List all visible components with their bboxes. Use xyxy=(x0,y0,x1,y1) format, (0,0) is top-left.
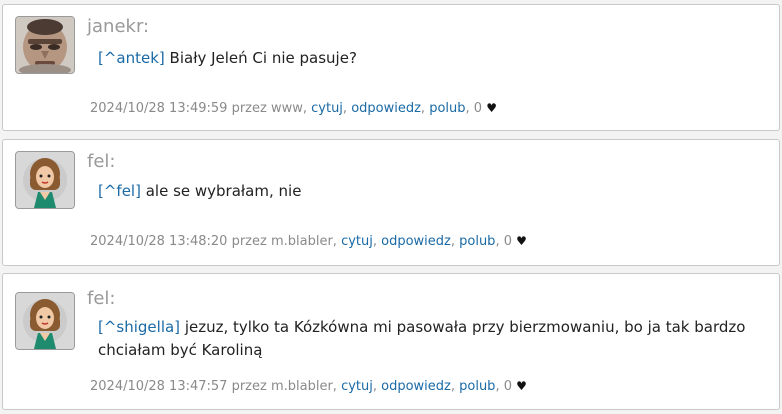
separator: , xyxy=(372,234,382,249)
like-count: 0 xyxy=(503,379,512,394)
separator: , xyxy=(450,234,460,249)
heart-icon: ♥ xyxy=(516,379,527,393)
post-text: Biały Jeleń Ci nie pasuje? xyxy=(164,49,357,67)
reply-link[interactable]: odpowiedz xyxy=(351,101,421,116)
heart-icon: ♥ xyxy=(486,101,497,115)
cartoon-woman-avatar-icon xyxy=(16,152,74,208)
avatar[interactable] xyxy=(15,16,75,74)
separator: , xyxy=(465,101,474,116)
quote-link[interactable]: cytuj xyxy=(341,234,373,249)
like-count: 0 xyxy=(473,101,483,116)
separator: , xyxy=(450,379,460,394)
reply-link[interactable]: odpowiedz xyxy=(381,379,451,394)
post-text: jezuz, tylko ta Kózkówna mi pasowała prz… xyxy=(98,318,746,359)
quote-link[interactable]: cytuj xyxy=(341,379,373,394)
like-count: 0 xyxy=(503,234,512,249)
cartoon-woman-avatar-icon xyxy=(16,293,74,349)
post-author[interactable]: fel: xyxy=(87,288,115,309)
separator: , xyxy=(372,379,382,394)
mention-link[interactable]: [^shigella] xyxy=(98,318,180,336)
face-photo-avatar-icon xyxy=(16,17,74,73)
separator: , xyxy=(342,101,352,116)
post-meta: 2024/10/28 13:49:59 przez www, cytuj, od… xyxy=(90,101,497,116)
post-author[interactable]: fel: xyxy=(87,151,115,172)
mention-link[interactable]: [^fel] xyxy=(98,182,141,200)
avatar[interactable] xyxy=(15,151,75,209)
like-link[interactable]: polub xyxy=(459,379,495,394)
post-text: ale se wybrałam, nie xyxy=(140,182,302,200)
separator: , xyxy=(495,234,504,249)
separator: , xyxy=(420,101,430,116)
post-message: [^fel] ale se wybrałam, nie xyxy=(98,180,768,203)
post-timestamp: 2024/10/28 13:47:57 przez m.blabler, xyxy=(90,379,337,394)
post-item: janekr: [^antek] Biały Jeleń Ci nie pasu… xyxy=(2,4,780,131)
post-timestamp: 2024/10/28 13:49:59 przez www, xyxy=(90,101,307,116)
post-author[interactable]: janekr: xyxy=(87,16,149,37)
avatar[interactable] xyxy=(15,292,75,350)
like-link[interactable]: polub xyxy=(429,101,465,116)
post-timestamp: 2024/10/28 13:48:20 przez m.blabler, xyxy=(90,234,337,249)
heart-icon: ♥ xyxy=(516,234,527,248)
post-message: [^antek] Biały Jeleń Ci nie pasuje? xyxy=(98,47,768,70)
reply-link[interactable]: odpowiedz xyxy=(381,234,451,249)
post-message: [^shigella] jezuz, tylko ta Kózkówna mi … xyxy=(98,316,768,362)
quote-link[interactable]: cytuj xyxy=(311,101,343,116)
separator: , xyxy=(495,379,504,394)
post-meta: 2024/10/28 13:47:57 przez m.blabler, cyt… xyxy=(90,379,527,394)
post-meta: 2024/10/28 13:48:20 przez m.blabler, cyt… xyxy=(90,234,527,249)
mention-link[interactable]: [^antek] xyxy=(98,49,165,67)
post-item: fel: [^shigella] jezuz, tylko ta Kózkówn… xyxy=(2,273,780,410)
like-link[interactable]: polub xyxy=(459,234,495,249)
post-item: fel: [^fel] ale se wybrałam, nie 2024/10… xyxy=(2,139,780,266)
